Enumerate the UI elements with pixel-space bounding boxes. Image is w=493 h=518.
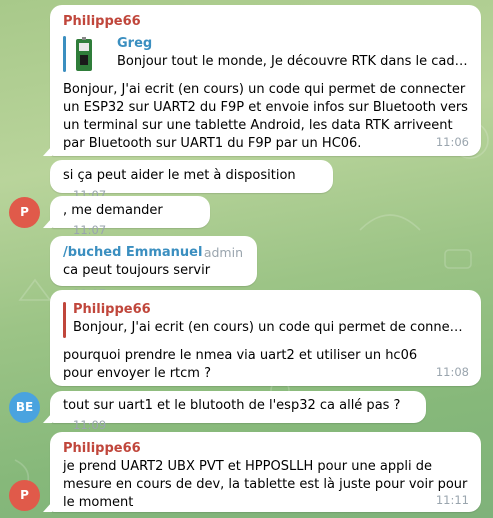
message-text: ca peut toujours servir <box>63 263 211 278</box>
admin-badge: admin <box>203 245 243 260</box>
message-text: , me demander <box>63 203 163 218</box>
quote-text: Bonjour, J'ai ecrit (en cours) un code q… <box>73 320 469 335</box>
message-bubble[interactable]: tout sur uart1 et le blutooth de l'esp32… <box>43 391 426 432</box>
quote-bar <box>63 36 66 72</box>
avatar[interactable]: P <box>9 480 40 511</box>
message-text: pourquoi prendre le nmea via uart2 et ut… <box>63 348 418 381</box>
avatar[interactable]: P <box>9 197 40 228</box>
sender-name[interactable]: Philippe66 <box>63 440 469 458</box>
message-time: 11:11 <box>435 493 469 507</box>
message-text: tout sur uart1 et le blutooth de l'esp32… <box>63 398 401 413</box>
message-bubble[interactable]: Philippe66 je prend UART2 UBX PVT et HPP… <box>43 432 481 512</box>
reply-quote[interactable]: Philippe66 Bonjour, J'ai ecrit (en cours… <box>63 301 469 339</box>
message-text: si ça peut aider le met à disposition <box>63 168 296 183</box>
quote-sender: Greg <box>117 36 153 51</box>
message-text: je prend UART2 UBX PVT et HPPOSLLH pour … <box>63 459 468 510</box>
message-bubble[interactable]: Philippe66 Bonjour, J'ai ecrit (en cours… <box>50 290 481 386</box>
message-bubble[interactable]: /buched Emmanuel admin ca peut toujours … <box>50 236 257 301</box>
message-bubble[interactable]: , me demander 11:07 <box>43 196 210 237</box>
quote-text: Bonjour tout le monde, Je découvre RTK d… <box>117 54 469 69</box>
quote-sender: Philippe66 <box>73 302 151 317</box>
reply-quote[interactable]: Greg Bonjour tout le monde, Je découvre … <box>63 35 469 73</box>
avatar[interactable]: BE <box>9 392 40 423</box>
message-time: 11:06 <box>435 135 469 149</box>
message-bubble[interactable]: si ça peut aider le met à disposition 11… <box>50 160 333 202</box>
message-bubble[interactable]: Philippe66 Greg Bonjour tout le monde, J… <box>43 5 481 156</box>
message-time: 11:08 <box>435 365 469 379</box>
message-text: Bonjour, J'ai ecrit (en cours) un code q… <box>63 82 468 151</box>
sender-name[interactable]: Philippe66 <box>63 13 469 31</box>
quote-bar <box>63 302 66 338</box>
device-thumbnail-icon <box>76 37 92 71</box>
